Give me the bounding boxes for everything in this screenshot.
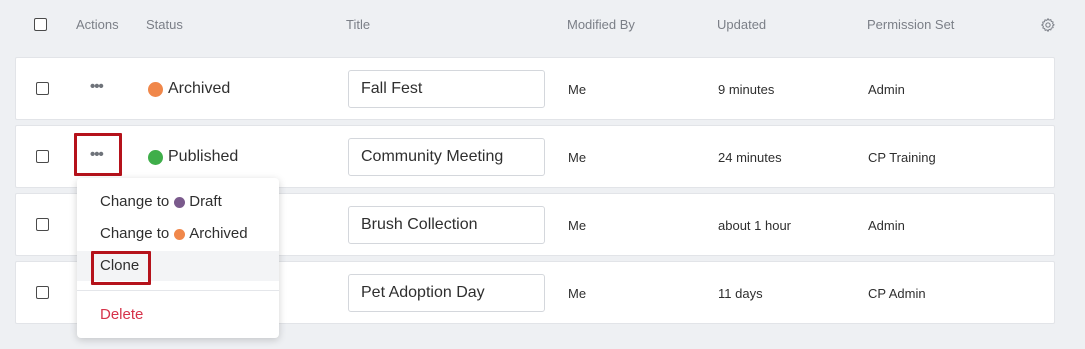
- title-field[interactable]: Pet Adoption Day: [348, 274, 545, 312]
- modified-by: Me: [568, 286, 587, 301]
- status-label: Archived: [168, 80, 231, 97]
- menu-item-change-to-draft[interactable]: Change to Draft: [77, 187, 279, 217]
- permission-set: Admin: [868, 82, 905, 97]
- updated: about 1 hour: [718, 218, 792, 233]
- row-checkbox[interactable]: [36, 150, 49, 163]
- actions-button-highlight: [74, 133, 122, 176]
- more-horizontal-icon[interactable]: •••: [90, 79, 108, 95]
- updated: 11 days: [718, 286, 763, 301]
- menu-item-prefix: Change to: [100, 225, 170, 242]
- title-field[interactable]: Fall Fest: [348, 70, 545, 108]
- status-dot: [148, 81, 163, 97]
- header-status[interactable]: Status: [146, 17, 183, 32]
- menu-item-label: Delete: [100, 306, 144, 323]
- header-actions: Actions: [76, 17, 119, 32]
- menu-item-change-to-archived[interactable]: Change to Archived: [77, 219, 279, 249]
- title-field[interactable]: Brush Collection: [348, 206, 545, 244]
- title-field[interactable]: Community Meeting: [348, 138, 545, 176]
- modified-by: Me: [568, 218, 587, 233]
- menu-item-label: Archived: [189, 225, 248, 242]
- draft-status-dot: [174, 196, 186, 208]
- permission-set: CP Admin: [868, 286, 926, 301]
- header-updated[interactable]: Updated: [717, 17, 766, 32]
- status-badge: Archived: [148, 80, 230, 98]
- row-checkbox[interactable]: [36, 286, 49, 299]
- table-row[interactable]: ••• Archived Fall Fest Me 9 minutes Admi…: [15, 57, 1055, 120]
- menu-item-prefix: Change to: [100, 193, 170, 210]
- modified-by: Me: [568, 150, 587, 165]
- row-checkbox[interactable]: [36, 82, 49, 95]
- permission-set: CP Training: [868, 150, 936, 165]
- updated: 9 minutes: [718, 82, 775, 97]
- menu-item-label: Draft: [189, 193, 222, 210]
- modified-by: Me: [568, 82, 587, 97]
- status-badge: Published: [148, 148, 238, 166]
- table-header: Actions Status Title Modified By Updated…: [0, 0, 1085, 50]
- status-dot: [148, 149, 163, 165]
- clone-item-highlight: [91, 251, 151, 285]
- permission-set: Admin: [868, 218, 905, 233]
- archived-status-dot: [174, 228, 186, 240]
- status-label: Published: [168, 148, 239, 165]
- menu-item-delete[interactable]: Delete: [77, 300, 279, 330]
- header-permission-set[interactable]: Permission Set: [867, 17, 954, 32]
- header-modified-by[interactable]: Modified By: [567, 17, 635, 32]
- select-all-checkbox[interactable]: [34, 18, 47, 31]
- menu-divider: [77, 290, 279, 291]
- header-title[interactable]: Title: [346, 17, 370, 32]
- row-checkbox[interactable]: [36, 218, 49, 231]
- gear-icon[interactable]: [1040, 17, 1056, 33]
- updated: 24 minutes: [718, 150, 782, 165]
